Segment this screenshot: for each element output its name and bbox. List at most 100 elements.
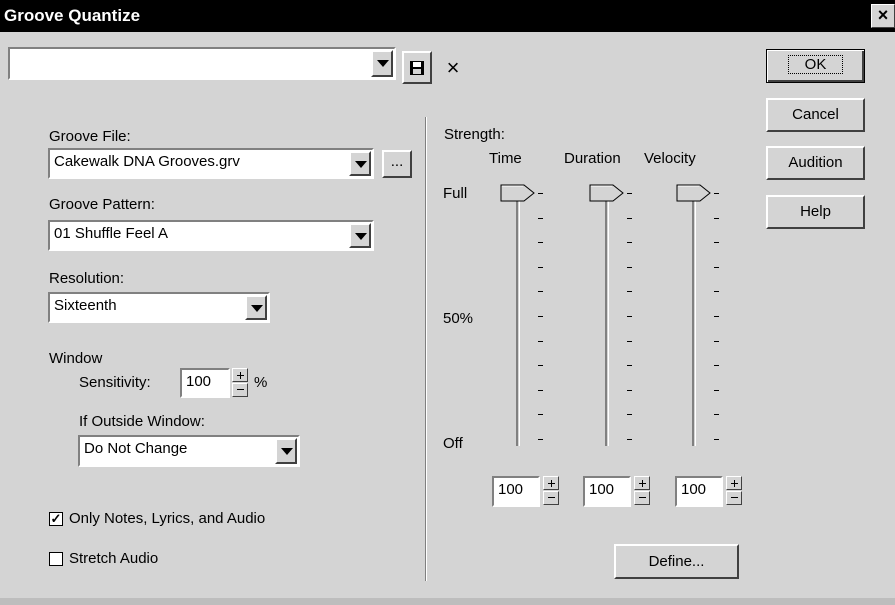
slider-tick xyxy=(714,217,719,219)
close-button[interactable]: × xyxy=(871,4,895,28)
only-notes-checkbox[interactable]: ✓ xyxy=(49,512,63,526)
slider-tick xyxy=(627,266,632,268)
duration-strength-spinner[interactable] xyxy=(634,476,650,506)
groove-pattern-label: Groove Pattern: xyxy=(49,196,155,213)
window-group-label: Window xyxy=(49,350,103,367)
outside-window-label: If Outside Window: xyxy=(79,413,205,430)
preset-dropdown-button[interactable] xyxy=(371,50,393,77)
sensitivity-value: 100 xyxy=(186,373,212,390)
title-bar: Groove Quantize × xyxy=(0,0,895,32)
velocity-slider-thumb[interactable] xyxy=(676,184,712,202)
groove-pattern-combo[interactable]: 01 Shuffle Feel A xyxy=(48,220,374,251)
groove-file-value: Cakewalk DNA Grooves.grv xyxy=(54,153,240,170)
resolution-combo[interactable]: Sixteenth xyxy=(48,292,270,323)
velocity-slider-track xyxy=(692,192,696,446)
slider-tick xyxy=(538,414,543,416)
dialog-bottom-edge xyxy=(0,598,895,605)
slider-tick xyxy=(538,266,543,268)
velocity-strength-input[interactable]: 100 xyxy=(675,476,723,507)
slider-tick xyxy=(627,414,632,416)
section-divider xyxy=(425,117,427,581)
velocity-up-button[interactable] xyxy=(726,476,742,490)
slider-tick xyxy=(627,316,632,317)
ok-button[interactable]: OK xyxy=(766,49,865,83)
sensitivity-up-button[interactable] xyxy=(232,368,248,382)
velocity-column-label: Velocity xyxy=(644,150,696,167)
slider-tick xyxy=(714,291,719,293)
duration-slider-track xyxy=(605,192,609,446)
time-strength-input[interactable]: 100 xyxy=(492,476,540,507)
time-slider-thumb[interactable] xyxy=(500,184,536,202)
outside-window-value: Do Not Change xyxy=(84,440,188,457)
slider-tick xyxy=(538,389,543,391)
cancel-button[interactable]: Cancel xyxy=(766,98,865,132)
groove-file-combo[interactable]: Cakewalk DNA Grooves.grv xyxy=(48,148,374,179)
slider-tick xyxy=(538,340,543,342)
velocity-down-button[interactable] xyxy=(726,491,742,505)
duration-up-button[interactable] xyxy=(634,476,650,490)
sensitivity-spinner[interactable] xyxy=(232,368,248,398)
slider-tick xyxy=(714,365,719,367)
slider-tick xyxy=(627,340,632,342)
slider-tick xyxy=(538,291,543,293)
only-notes-label: Only Notes, Lyrics, and Audio xyxy=(69,510,266,527)
preset-combo[interactable] xyxy=(8,47,396,80)
stretch-audio-label: Stretch Audio xyxy=(69,550,159,567)
slider-tick xyxy=(714,439,719,440)
groove-file-label: Groove File: xyxy=(49,128,131,145)
sensitivity-input[interactable]: 100 xyxy=(180,368,230,398)
sensitivity-unit: % xyxy=(254,374,268,391)
audition-button[interactable]: Audition xyxy=(766,146,865,180)
stretch-audio-checkbox[interactable] xyxy=(49,552,63,566)
save-preset-button[interactable] xyxy=(402,51,432,84)
scale-off-label: Off xyxy=(443,435,463,452)
time-column-label: Time xyxy=(489,150,522,167)
slider-tick xyxy=(714,414,719,416)
slider-tick xyxy=(627,365,632,367)
scale-half-label: 50% xyxy=(443,310,474,327)
slider-tick xyxy=(714,389,719,391)
slider-tick xyxy=(714,316,719,317)
duration-strength-input[interactable]: 100 xyxy=(583,476,631,507)
slider-tick xyxy=(627,242,632,244)
time-up-button[interactable] xyxy=(543,476,559,490)
sensitivity-down-button[interactable] xyxy=(232,383,248,397)
slider-tick xyxy=(538,365,543,367)
slider-tick xyxy=(538,242,543,244)
help-button[interactable]: Help xyxy=(766,195,865,229)
time-slider-track xyxy=(516,192,520,446)
velocity-strength-spinner[interactable] xyxy=(726,476,742,506)
outside-window-dropdown-button[interactable] xyxy=(275,438,297,464)
slider-tick xyxy=(627,389,632,391)
delete-preset-button[interactable]: × xyxy=(438,51,468,84)
floppy-disk-icon xyxy=(410,61,424,75)
slider-tick xyxy=(714,193,719,194)
dialog-title: Groove Quantize xyxy=(4,6,141,25)
time-down-button[interactable] xyxy=(543,491,559,505)
scale-full-label: Full xyxy=(443,185,468,202)
resolution-dropdown-button[interactable] xyxy=(245,295,267,320)
ok-label: OK xyxy=(787,55,844,74)
define-button[interactable]: Define... xyxy=(614,544,739,579)
duration-column-label: Duration xyxy=(564,150,621,167)
slider-tick xyxy=(538,193,543,194)
slider-tick xyxy=(627,217,632,219)
slider-tick xyxy=(714,242,719,244)
browse-groove-file-button[interactable]: ... xyxy=(382,150,412,178)
duration-strength-value: 100 xyxy=(589,481,615,498)
sensitivity-label: Sensitivity: xyxy=(79,374,151,391)
groove-quantize-dialog: Groove Quantize × × OK Cancel Audition H… xyxy=(0,0,895,605)
slider-tick xyxy=(538,316,543,317)
duration-slider-thumb[interactable] xyxy=(589,184,625,202)
time-strength-spinner[interactable] xyxy=(543,476,559,506)
slider-tick xyxy=(714,266,719,268)
outside-window-combo[interactable]: Do Not Change xyxy=(78,435,300,467)
groove-pattern-dropdown-button[interactable] xyxy=(349,223,371,248)
time-strength-value: 100 xyxy=(498,481,524,498)
slider-tick xyxy=(627,193,632,194)
groove-file-dropdown-button[interactable] xyxy=(349,151,371,176)
resolution-value: Sixteenth xyxy=(54,297,117,314)
strength-label: Strength: xyxy=(444,126,505,143)
duration-down-button[interactable] xyxy=(634,491,650,505)
velocity-strength-value: 100 xyxy=(681,481,707,498)
